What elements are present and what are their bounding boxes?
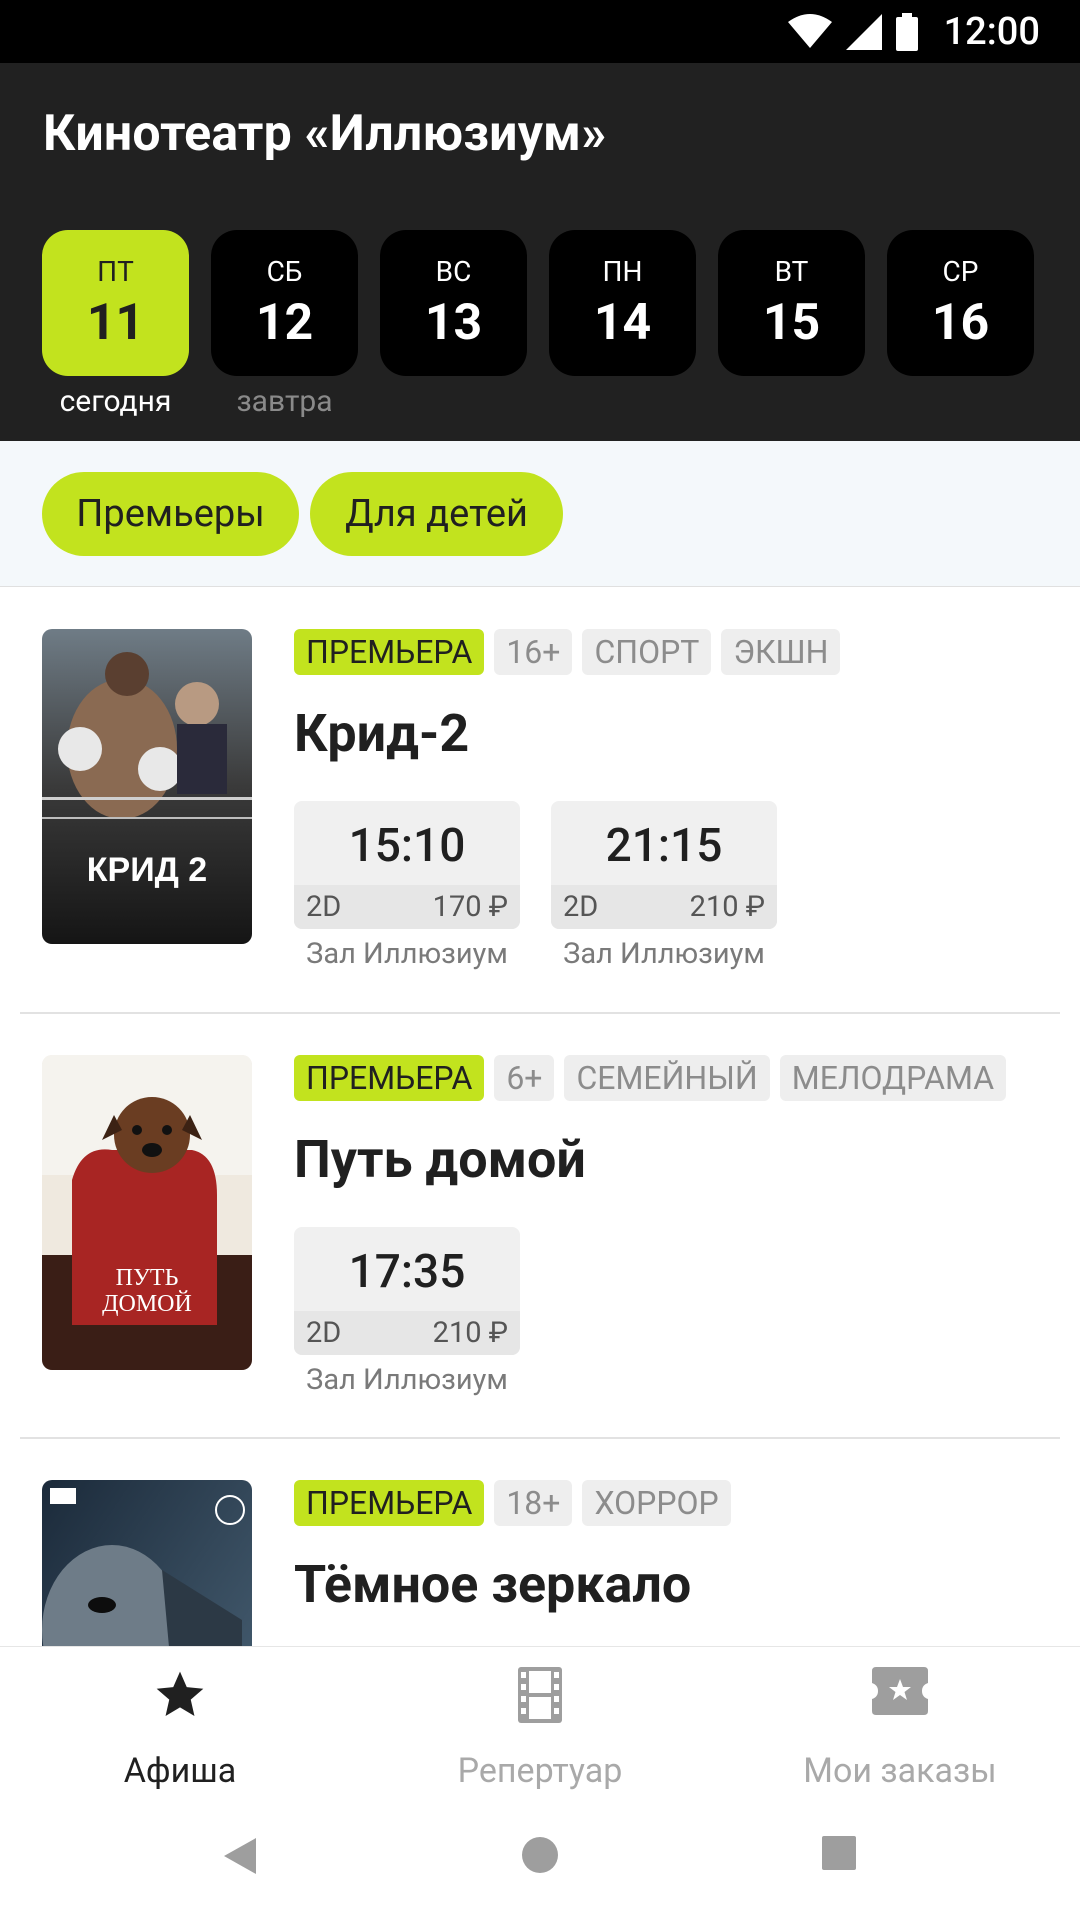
home-icon[interactable] xyxy=(521,1836,559,1874)
movie-card-dark-mirror[interactable]: ПРЕМЬЕРА 18+ ХОРРОР Тёмное зеркало xyxy=(0,1438,1080,1646)
tag-genre: СЕМЕЙНЫЙ xyxy=(564,1055,770,1101)
tag-premiere: ПРЕМЬЕРА xyxy=(294,629,485,675)
tag-genre: ЭКШН xyxy=(721,629,841,675)
date-weekday: ПН xyxy=(602,255,643,288)
ticket-icon xyxy=(872,1667,928,1715)
date-day: 13 xyxy=(424,294,483,352)
date-caption: завтра xyxy=(236,384,333,419)
session-hall: Зал Иллюзиум xyxy=(306,1363,508,1397)
session-time: 21:15 xyxy=(605,819,723,873)
page-title: Кинотеатр «Иллюзиум» xyxy=(43,105,607,163)
session-format: 2D xyxy=(306,890,342,924)
date-item-16[interactable]: СР 16 xyxy=(887,230,1034,376)
wifi-icon xyxy=(787,13,832,48)
session-price: 210 ₽ xyxy=(432,1316,508,1350)
session-hall: Зал Иллюзиум xyxy=(563,937,765,971)
poster-title: ПУТЬ ДОМОЙ xyxy=(102,1265,192,1317)
tag-genre: СПОРТ xyxy=(582,629,712,675)
date-day: 12 xyxy=(255,294,314,352)
tag-genre: ХОРРОР xyxy=(582,1480,731,1526)
date-day: 16 xyxy=(931,294,990,352)
session-time: 17:35 xyxy=(348,1245,466,1299)
star-icon xyxy=(156,1671,204,1716)
session-hall: Зал Иллюзиум xyxy=(306,937,508,971)
movie-tags: ПРЕМЬЕРА 16+ СПОРТ ЭКШН xyxy=(294,629,841,675)
session-item[interactable]: 15:10 2D 170 ₽ Зал Иллюзиум xyxy=(294,801,520,971)
date-day: 15 xyxy=(762,294,821,352)
movie-poster[interactable]: ПУТЬ ДОМОЙ xyxy=(42,1055,252,1370)
date-weekday: СБ xyxy=(266,255,303,288)
date-weekday: ВТ xyxy=(774,255,809,288)
session-format: 2D xyxy=(563,890,599,924)
date-item-14[interactable]: ПН 14 xyxy=(549,230,696,376)
session-format: 2D xyxy=(306,1316,342,1350)
movie-poster[interactable] xyxy=(42,1480,252,1646)
filter-bar: Премьеры Для детей xyxy=(0,441,1080,587)
tag-age-rating: 18+ xyxy=(494,1480,573,1526)
nav-item-repertoire[interactable]: Репертуар xyxy=(360,1647,720,1807)
status-bar: 12:00 xyxy=(0,0,1080,63)
tag-age-rating: 16+ xyxy=(494,629,573,675)
clock: 12:00 xyxy=(943,9,1040,54)
session-item[interactable]: 17:35 2D 210 ₽ Зал Иллюзиум xyxy=(294,1227,520,1397)
session-price: 170 ₽ xyxy=(432,890,508,924)
film-icon xyxy=(518,1667,562,1723)
recents-icon[interactable] xyxy=(822,1836,856,1870)
date-item-13[interactable]: ВС 13 xyxy=(380,230,527,376)
movie-title[interactable]: Тёмное зеркало xyxy=(294,1554,691,1615)
tag-genre: МЕЛОДРАМА xyxy=(779,1055,1007,1101)
divider xyxy=(20,1012,1060,1014)
app-header: Кинотеатр «Иллюзиум» ПТ 11 сегодня СБ 12… xyxy=(0,63,1080,441)
nav-item-my-orders[interactable]: Мои заказы xyxy=(720,1647,1080,1807)
movie-poster[interactable]: КРИД 2 xyxy=(42,629,252,944)
date-caption: сегодня xyxy=(59,384,172,419)
session-price: 210 ₽ xyxy=(689,890,765,924)
nav-item-afisha[interactable]: Афиша xyxy=(0,1647,360,1807)
poster-title: КРИД 2 xyxy=(86,851,208,889)
movie-tags: ПРЕМЬЕРА 18+ ХОРРОР xyxy=(294,1480,731,1526)
system-navigation-bar xyxy=(0,1806,1080,1920)
nav-label: Репертуар xyxy=(457,1751,623,1791)
date-item-11[interactable]: ПТ 11 сегодня xyxy=(42,230,189,419)
date-weekday: ПТ xyxy=(97,255,134,288)
session-time: 15:10 xyxy=(348,819,466,873)
date-day: 14 xyxy=(593,294,652,352)
movie-title[interactable]: Путь домой xyxy=(294,1129,586,1190)
tag-premiere: ПРЕМЬЕРА xyxy=(294,1480,485,1526)
tag-age-rating: 6+ xyxy=(494,1055,555,1101)
date-item-12[interactable]: СБ 12 завтра xyxy=(211,230,358,419)
cellular-signal-icon xyxy=(845,13,882,50)
battery-icon xyxy=(895,12,918,51)
date-weekday: СР xyxy=(942,255,979,288)
back-icon[interactable] xyxy=(224,1836,258,1876)
date-item-15[interactable]: ВТ 15 xyxy=(718,230,865,376)
date-day: 11 xyxy=(86,294,145,352)
bottom-navigation: Афиша Репертуар Мои заказы xyxy=(0,1646,1080,1806)
nav-label: Афиша xyxy=(123,1751,237,1791)
date-selector: ПТ 11 сегодня СБ 12 завтра ВС 13 ПН 14 В… xyxy=(42,230,1034,419)
movie-tags: ПРЕМЬЕРА 6+ СЕМЕЙНЫЙ МЕЛОДРАМА xyxy=(294,1055,1007,1101)
date-weekday: ВС xyxy=(435,255,472,288)
filter-chip-kids[interactable]: Для детей xyxy=(310,472,563,556)
movie-title[interactable]: Крид-2 xyxy=(294,703,469,764)
tag-premiere: ПРЕМЬЕРА xyxy=(294,1055,485,1101)
session-item[interactable]: 21:15 2D 210 ₽ Зал Иллюзиум xyxy=(551,801,777,971)
nav-label: Мои заказы xyxy=(803,1751,997,1791)
filter-chip-premieres[interactable]: Премьеры xyxy=(42,472,299,556)
